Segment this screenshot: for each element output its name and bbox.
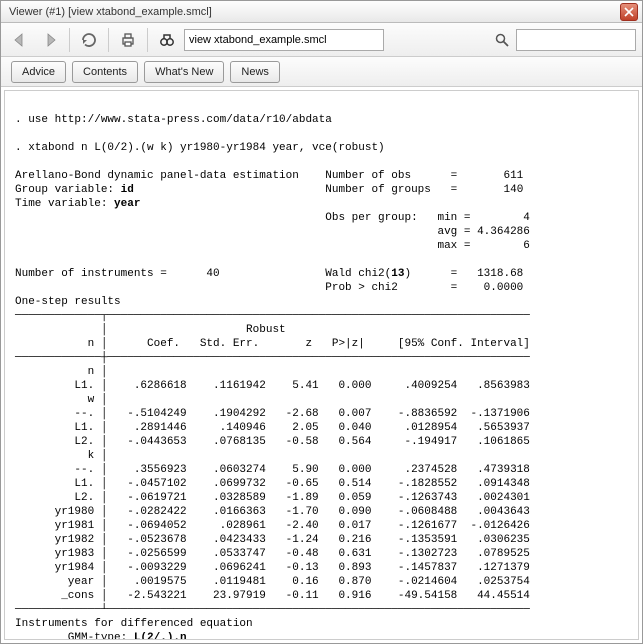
refresh-icon [79, 30, 99, 50]
forward-arrow-icon [40, 30, 60, 50]
forward-button[interactable] [37, 27, 63, 53]
whatsnew-button[interactable]: What's New [144, 61, 224, 83]
refresh-button[interactable] [76, 27, 102, 53]
back-arrow-icon [10, 30, 30, 50]
window-title: Viewer (#1) [view xtabond_example.smcl] [5, 6, 620, 18]
viewer-content: . use http://www.stata-press.com/data/r1… [4, 90, 639, 640]
link-toolbar: Advice Contents What's New News [1, 57, 642, 87]
printer-icon [118, 30, 138, 50]
back-button[interactable] [7, 27, 33, 53]
toolbar-separator [147, 28, 148, 52]
search-input[interactable] [516, 29, 636, 51]
search-button[interactable] [492, 27, 512, 53]
main-toolbar [1, 23, 642, 57]
print-button[interactable] [115, 27, 141, 53]
contents-button[interactable]: Contents [72, 61, 138, 83]
address-input[interactable] [184, 29, 384, 51]
toolbar-separator [108, 28, 109, 52]
binoculars-icon [157, 30, 177, 50]
find-button[interactable] [154, 27, 180, 53]
close-icon [624, 7, 634, 17]
advice-button[interactable]: Advice [11, 61, 66, 83]
news-button[interactable]: News [230, 61, 280, 83]
close-button[interactable] [620, 3, 638, 21]
toolbar-separator [69, 28, 70, 52]
window-titlebar: Viewer (#1) [view xtabond_example.smcl] [1, 1, 642, 23]
magnifying-glass-icon [494, 32, 510, 48]
